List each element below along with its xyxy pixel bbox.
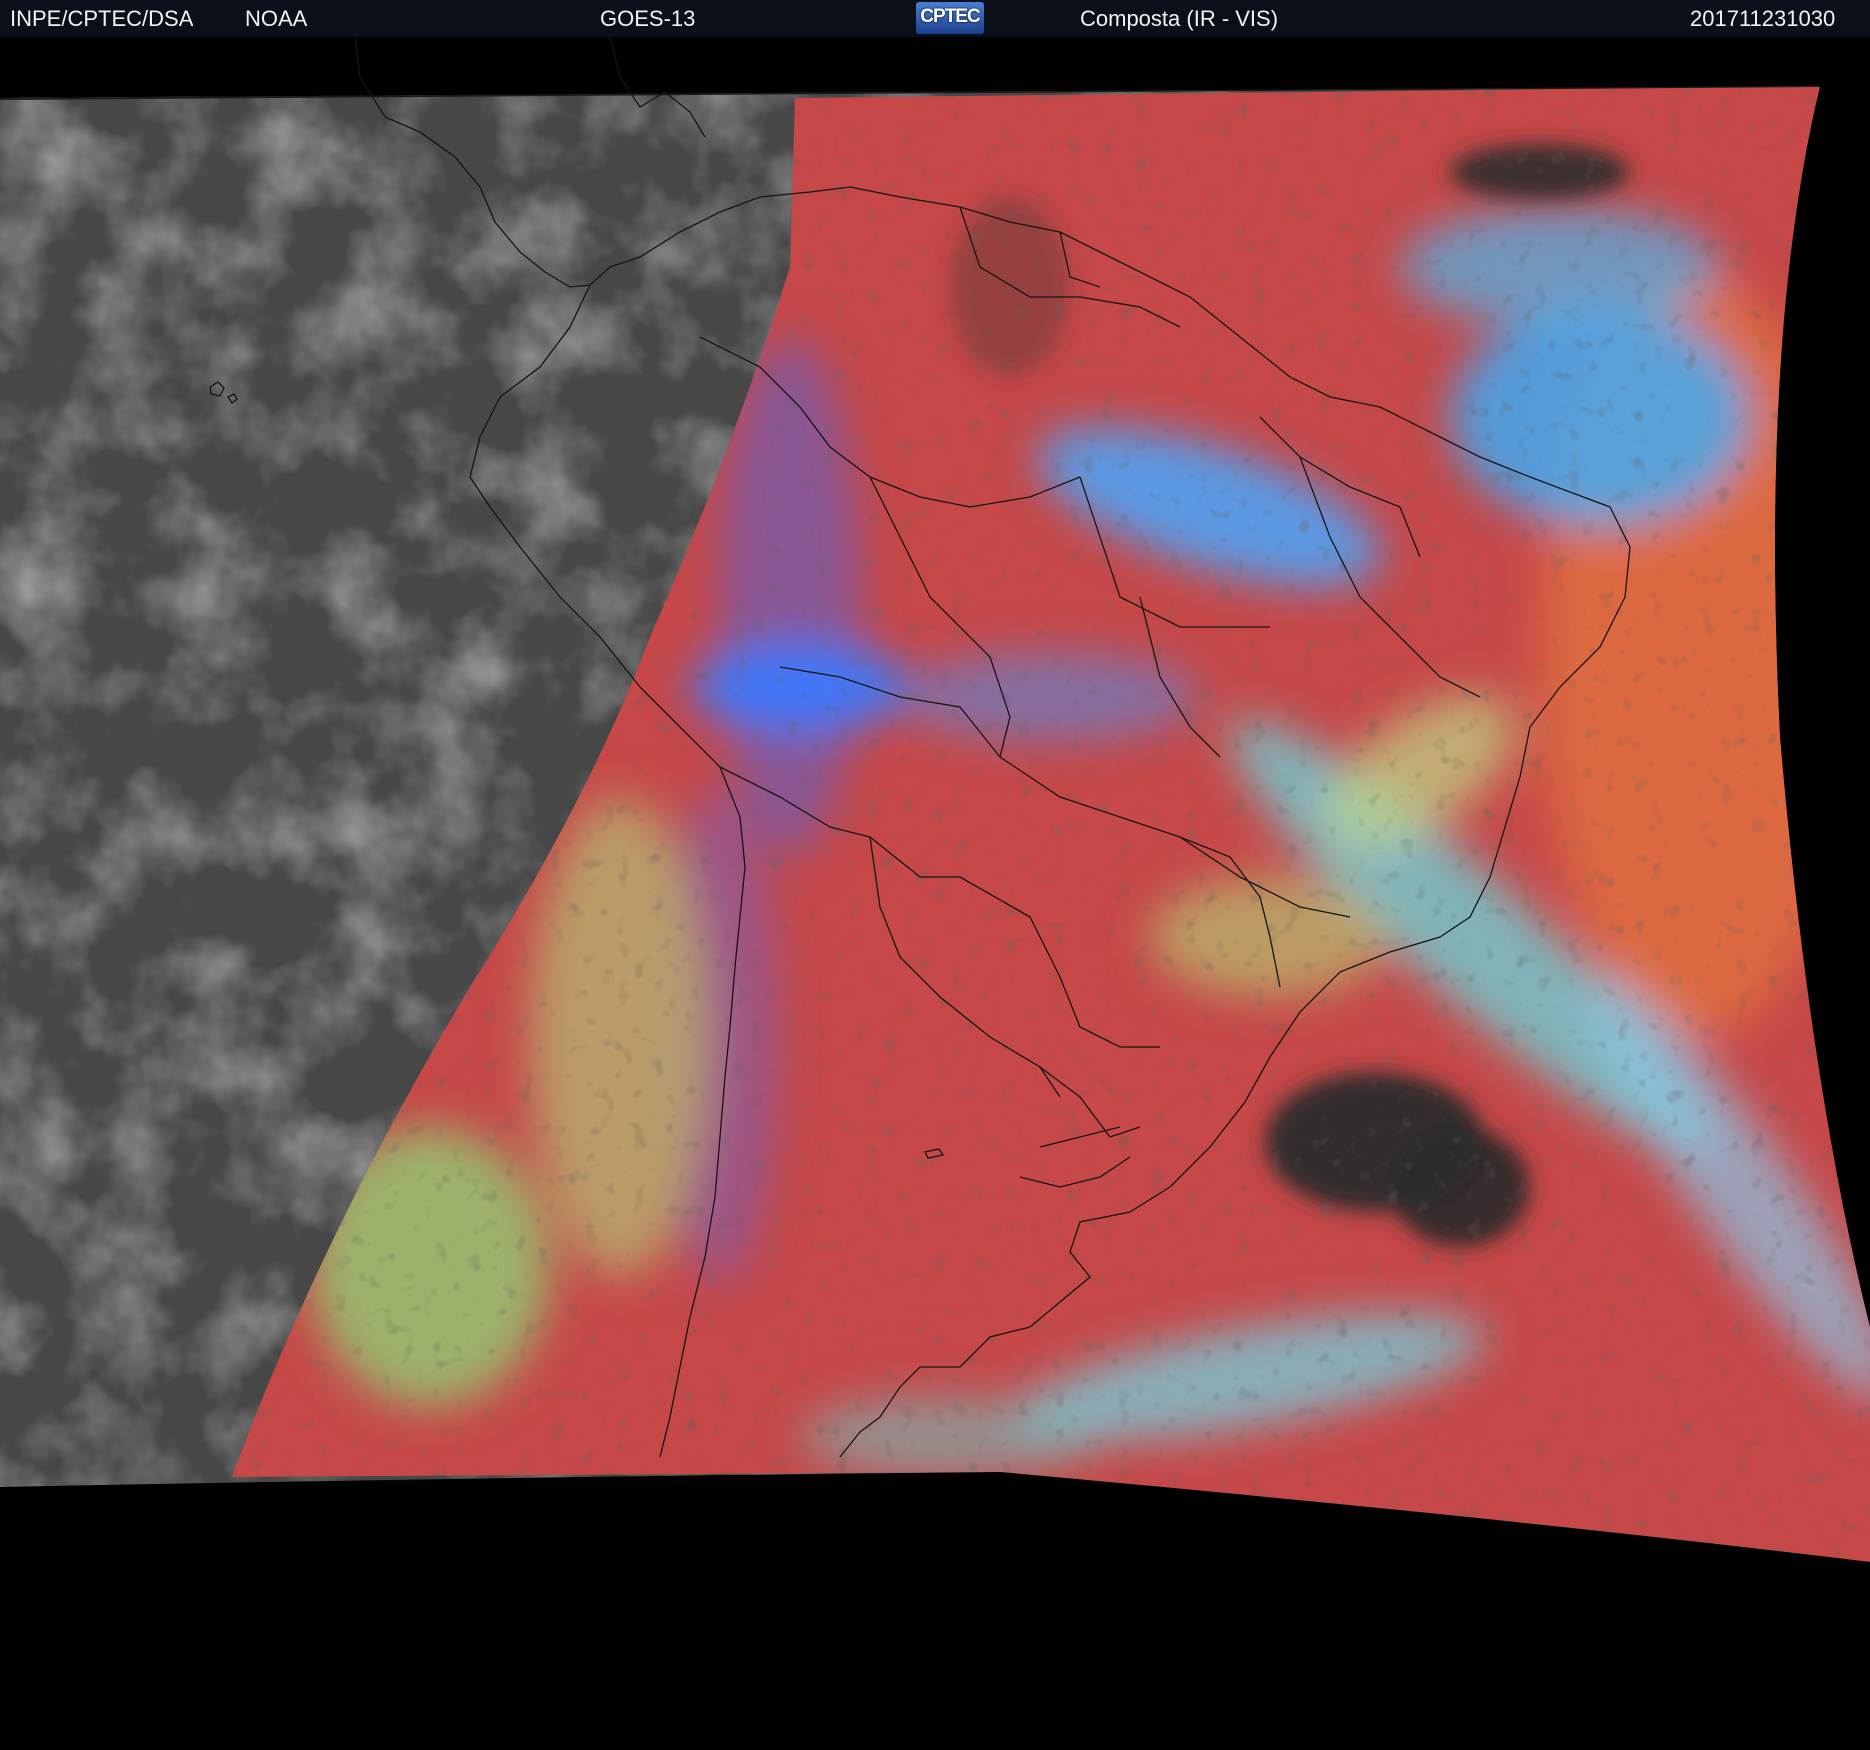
- cptec-logo: CPTEC: [916, 2, 984, 34]
- org-label: INPE/CPTEC/DSA: [10, 6, 194, 31]
- satellite-label: GOES-13: [600, 6, 696, 31]
- product-label: Composta (IR - VIS): [1080, 6, 1279, 31]
- timestamp-label: 201711231030: [1690, 6, 1836, 31]
- agency-label: NOAA: [245, 6, 308, 31]
- satellite-image: [0, 37, 1870, 1750]
- header-bar: INPE/CPTEC/DSA NOAA GOES-13 CPTEC Compos…: [0, 0, 1870, 37]
